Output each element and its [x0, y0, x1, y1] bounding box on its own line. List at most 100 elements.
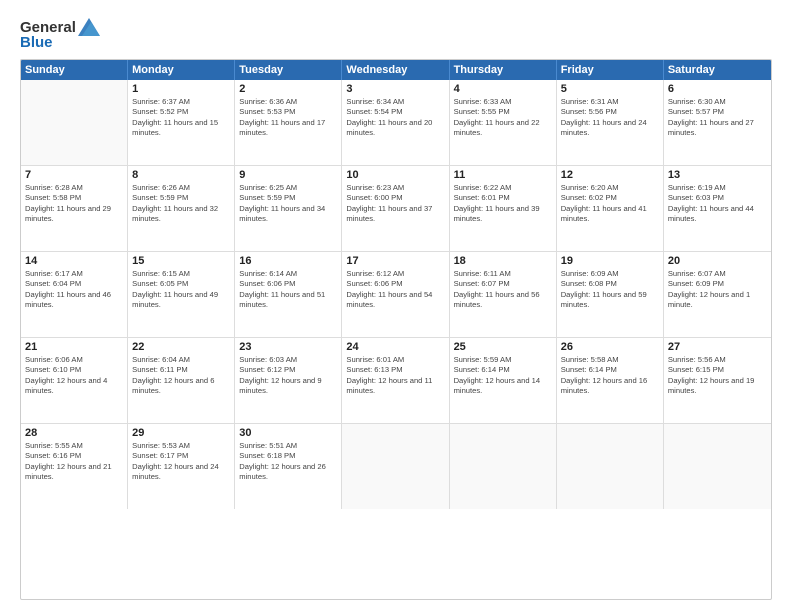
- day-number: 28: [25, 427, 123, 439]
- sunrise-text: Sunrise: 6:03 AM: [239, 355, 337, 365]
- daylight-text: Daylight: 12 hours and 24 minutes.: [132, 462, 230, 483]
- sunset-text: Sunset: 6:15 PM: [668, 365, 767, 375]
- cal-cell: 8Sunrise: 6:26 AMSunset: 5:59 PMDaylight…: [128, 166, 235, 251]
- sunrise-text: Sunrise: 6:12 AM: [346, 269, 444, 279]
- sunset-text: Sunset: 6:17 PM: [132, 451, 230, 461]
- day-number: 5: [561, 83, 659, 95]
- daylight-text: Daylight: 11 hours and 34 minutes.: [239, 204, 337, 225]
- cal-cell: [450, 424, 557, 509]
- daylight-text: Daylight: 11 hours and 37 minutes.: [346, 204, 444, 225]
- logo-blue: Blue: [20, 34, 53, 51]
- day-number: 20: [668, 255, 767, 267]
- cal-cell: 3Sunrise: 6:34 AMSunset: 5:54 PMDaylight…: [342, 80, 449, 165]
- sunrise-text: Sunrise: 6:25 AM: [239, 183, 337, 193]
- sunset-text: Sunset: 5:53 PM: [239, 107, 337, 117]
- day-number: 25: [454, 341, 552, 353]
- sunset-text: Sunset: 6:14 PM: [561, 365, 659, 375]
- calendar: SundayMondayTuesdayWednesdayThursdayFrid…: [20, 59, 772, 600]
- logo-general: General: [20, 19, 76, 36]
- cal-cell: 15Sunrise: 6:15 AMSunset: 6:05 PMDayligh…: [128, 252, 235, 337]
- cal-cell: 11Sunrise: 6:22 AMSunset: 6:01 PMDayligh…: [450, 166, 557, 251]
- sunset-text: Sunset: 6:13 PM: [346, 365, 444, 375]
- day-number: 21: [25, 341, 123, 353]
- daylight-text: Daylight: 12 hours and 21 minutes.: [25, 462, 123, 483]
- sunset-text: Sunset: 6:00 PM: [346, 193, 444, 203]
- cal-cell: [664, 424, 771, 509]
- cal-cell: [557, 424, 664, 509]
- daylight-text: Daylight: 11 hours and 39 minutes.: [454, 204, 552, 225]
- sunrise-text: Sunrise: 6:23 AM: [346, 183, 444, 193]
- sunrise-text: Sunrise: 6:26 AM: [132, 183, 230, 193]
- daylight-text: Daylight: 11 hours and 41 minutes.: [561, 204, 659, 225]
- daylight-text: Daylight: 11 hours and 22 minutes.: [454, 118, 552, 139]
- day-number: 9: [239, 169, 337, 181]
- day-number: 17: [346, 255, 444, 267]
- sunrise-text: Sunrise: 6:07 AM: [668, 269, 767, 279]
- daylight-text: Daylight: 11 hours and 20 minutes.: [346, 118, 444, 139]
- cal-header-tuesday: Tuesday: [235, 60, 342, 80]
- sunset-text: Sunset: 6:11 PM: [132, 365, 230, 375]
- cal-cell: 5Sunrise: 6:31 AMSunset: 5:56 PMDaylight…: [557, 80, 664, 165]
- cal-cell: 23Sunrise: 6:03 AMSunset: 6:12 PMDayligh…: [235, 338, 342, 423]
- daylight-text: Daylight: 11 hours and 29 minutes.: [25, 204, 123, 225]
- daylight-text: Daylight: 11 hours and 51 minutes.: [239, 290, 337, 311]
- cal-cell: 12Sunrise: 6:20 AMSunset: 6:02 PMDayligh…: [557, 166, 664, 251]
- cal-cell: 7 Sunrise: 6:28 AMSunset: 5:58 PMDaylight…: [21, 166, 128, 251]
- cal-cell: 18Sunrise: 6:11 AMSunset: 6:07 PMDayligh…: [450, 252, 557, 337]
- cal-week-3: 14Sunrise: 6:17 AMSunset: 6:04 PMDayligh…: [21, 252, 771, 338]
- daylight-text: Daylight: 12 hours and 16 minutes.: [561, 376, 659, 397]
- sunset-text: Sunset: 5:59 PM: [239, 193, 337, 203]
- day-number: 3: [346, 83, 444, 95]
- sunrise-text: Sunrise: 5:55 AM: [25, 441, 123, 451]
- sunset-text: Sunset: 5:58 PM: [25, 193, 123, 203]
- daylight-text: Daylight: 11 hours and 44 minutes.: [668, 204, 767, 225]
- sunset-text: Sunset: 5:59 PM: [132, 193, 230, 203]
- sunrise-text: Sunrise: 6:36 AM: [239, 97, 337, 107]
- day-number: 14: [25, 255, 123, 267]
- sunrise-text: Sunrise: 6:06 AM: [25, 355, 123, 365]
- sunset-text: Sunset: 6:14 PM: [454, 365, 552, 375]
- cal-cell: 30Sunrise: 5:51 AMSunset: 6:18 PMDayligh…: [235, 424, 342, 509]
- cal-header-wednesday: Wednesday: [342, 60, 449, 80]
- cal-cell: [21, 80, 128, 165]
- daylight-text: Daylight: 11 hours and 17 minutes.: [239, 118, 337, 139]
- logo: General Blue: [20, 18, 100, 51]
- sunrise-text: Sunrise: 6:34 AM: [346, 97, 444, 107]
- sunset-text: Sunset: 6:10 PM: [25, 365, 123, 375]
- day-number: 23: [239, 341, 337, 353]
- day-number: 1: [132, 83, 230, 95]
- sunset-text: Sunset: 6:12 PM: [239, 365, 337, 375]
- daylight-text: Daylight: 11 hours and 56 minutes.: [454, 290, 552, 311]
- daylight-text: Daylight: 12 hours and 14 minutes.: [454, 376, 552, 397]
- cal-cell: 2 Sunrise: 6:36 AMSunset: 5:53 PMDaylight…: [235, 80, 342, 165]
- day-number: 16: [239, 255, 337, 267]
- day-number: 2: [239, 83, 337, 95]
- cal-week-2: 7Sunrise: 6:28 AMSunset: 5:58 PMDaylight…: [21, 166, 771, 252]
- daylight-text: Daylight: 11 hours and 46 minutes.: [25, 290, 123, 311]
- cal-header-thursday: Thursday: [450, 60, 557, 80]
- cal-cell: 22Sunrise: 6:04 AMSunset: 6:11 PMDayligh…: [128, 338, 235, 423]
- cal-week-1: 1Sunrise: 6:37 AMSunset: 5:52 PMDaylight…: [21, 80, 771, 166]
- daylight-text: Daylight: 12 hours and 1 minute.: [668, 290, 767, 311]
- cal-cell: 24Sunrise: 6:01 AMSunset: 6:13 PMDayligh…: [342, 338, 449, 423]
- sunrise-text: Sunrise: 5:51 AM: [239, 441, 337, 451]
- page: General Blue SundayMondayTuesdayWednesda…: [0, 0, 792, 612]
- day-number: 7: [25, 169, 123, 181]
- sunset-text: Sunset: 6:06 PM: [239, 279, 337, 289]
- sunrise-text: Sunrise: 6:31 AM: [561, 97, 659, 107]
- sunset-text: Sunset: 6:02 PM: [561, 193, 659, 203]
- sunset-text: Sunset: 6:09 PM: [668, 279, 767, 289]
- sunrise-text: Sunrise: 5:59 AM: [454, 355, 552, 365]
- cal-cell: 19Sunrise: 6:09 AMSunset: 6:08 PMDayligh…: [557, 252, 664, 337]
- sunrise-text: Sunrise: 5:53 AM: [132, 441, 230, 451]
- logo-icon: [78, 18, 100, 36]
- cal-cell: 9 Sunrise: 6:25 AMSunset: 5:59 PMDaylight…: [235, 166, 342, 251]
- sunset-text: Sunset: 5:56 PM: [561, 107, 659, 117]
- daylight-text: Daylight: 11 hours and 32 minutes.: [132, 204, 230, 225]
- sunrise-text: Sunrise: 6:28 AM: [25, 183, 123, 193]
- daylight-text: Daylight: 12 hours and 26 minutes.: [239, 462, 337, 483]
- day-number: 13: [668, 169, 767, 181]
- day-number: 11: [454, 169, 552, 181]
- day-number: 26: [561, 341, 659, 353]
- daylight-text: Daylight: 12 hours and 6 minutes.: [132, 376, 230, 397]
